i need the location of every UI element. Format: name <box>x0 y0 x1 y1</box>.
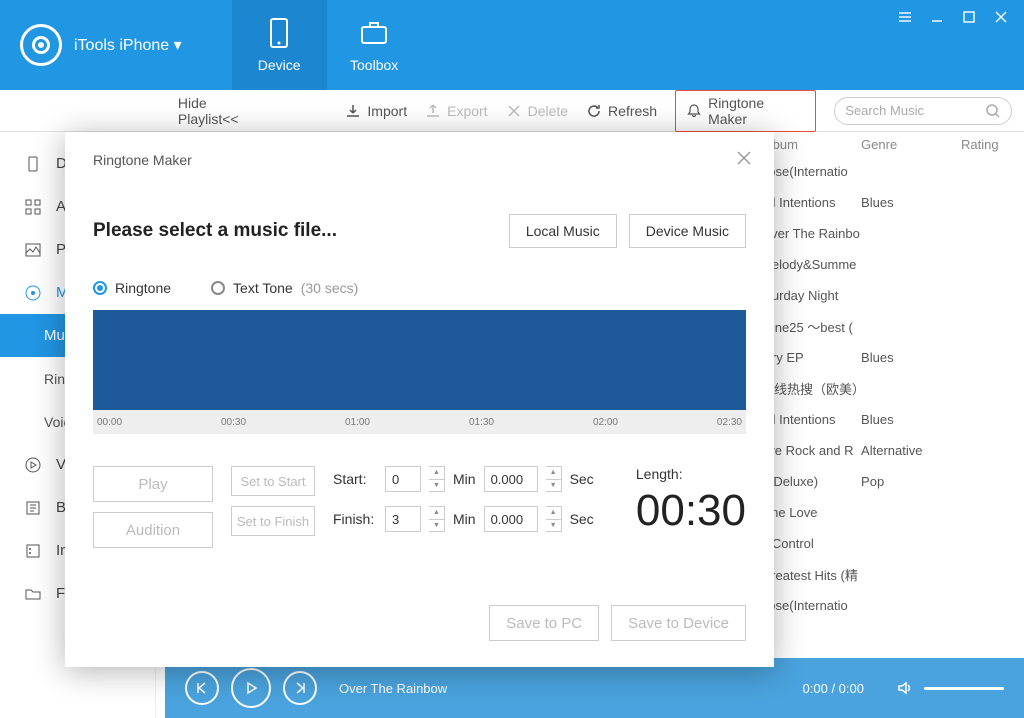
maximize-icon[interactable] <box>962 10 976 24</box>
app-header: iTools iPhone ▾ Device Toolbox <box>0 0 1024 90</box>
start-sec-spinner[interactable]: ▲▼ <box>546 466 562 492</box>
logo-area: iTools iPhone ▾ <box>0 0 202 90</box>
toolbar: Hide Playlist<< Import Export Delete Ref… <box>0 90 1024 132</box>
menu-icon[interactable] <box>898 10 912 24</box>
hide-playlist-button[interactable]: Hide Playlist<< <box>178 95 270 127</box>
volume-slider[interactable] <box>924 687 1004 690</box>
player-track-title: Over The Rainbow <box>339 681 791 696</box>
search-icon <box>985 103 1001 119</box>
info-icon <box>24 542 42 560</box>
radio-text-tone[interactable]: Text Tone(30 secs) <box>211 280 358 296</box>
delete-icon <box>506 103 522 119</box>
close-icon[interactable] <box>994 10 1008 24</box>
tab-toolbox-label: Toolbox <box>350 57 398 73</box>
start-min-spinner[interactable]: ▲▼ <box>429 466 445 492</box>
export-button[interactable]: Export <box>425 103 487 119</box>
delete-button[interactable]: Delete <box>506 103 568 119</box>
import-button[interactable]: Import <box>345 103 407 119</box>
volume-icon <box>896 679 914 697</box>
radio-ringtone[interactable]: Ringtone <box>93 280 171 296</box>
modal-heading: Please select a music file... <box>93 220 337 242</box>
tab-toolbox[interactable]: Toolbox <box>327 0 422 90</box>
start-sec-input[interactable]: 0.000 <box>484 466 538 492</box>
local-music-button[interactable]: Local Music <box>509 214 617 248</box>
refresh-button[interactable]: Refresh <box>586 103 657 119</box>
videos-icon <box>24 456 42 474</box>
audition-button[interactable]: Audition <box>93 512 213 548</box>
play-audio-button[interactable]: Play <box>93 466 213 502</box>
save-to-pc-button[interactable]: Save to PC <box>489 605 599 641</box>
set-to-finish-button[interactable]: Set to Finish <box>231 506 315 536</box>
books-icon <box>24 499 42 517</box>
device-icon <box>24 155 42 173</box>
apps-icon <box>24 198 42 216</box>
window-controls <box>898 0 1024 90</box>
start-label: Start: <box>333 471 377 487</box>
device-music-button[interactable]: Device Music <box>629 214 746 248</box>
photos-icon <box>24 241 42 259</box>
next-button[interactable] <box>283 671 317 705</box>
prev-button[interactable] <box>185 671 219 705</box>
col-rating[interactable]: Rating <box>961 137 1021 152</box>
app-title[interactable]: iTools iPhone ▾ <box>74 35 182 55</box>
logo-icon <box>20 24 62 66</box>
files-icon <box>24 585 42 603</box>
length-label: Length: <box>636 466 746 482</box>
device-tab-icon <box>263 17 295 49</box>
waveform-area[interactable] <box>93 310 746 410</box>
tab-device[interactable]: Device <box>232 0 327 90</box>
col-album[interactable]: Album <box>761 137 861 152</box>
start-min-input[interactable]: 0 <box>385 466 421 492</box>
finish-min-input[interactable]: 3 <box>385 506 421 532</box>
tab-device-label: Device <box>258 57 301 73</box>
bell-icon <box>686 103 702 119</box>
toolbox-tab-icon <box>358 17 390 49</box>
finish-sec-input[interactable]: 0.000 <box>484 506 538 532</box>
minimize-icon[interactable] <box>930 10 944 24</box>
play-button[interactable] <box>231 668 271 708</box>
modal-title: Ringtone Maker <box>93 152 746 168</box>
player-time: 0:00 / 0:00 <box>803 681 864 696</box>
finish-sec-spinner[interactable]: ▲▼ <box>546 506 562 532</box>
header-tabs: Device Toolbox <box>232 0 422 90</box>
search-input[interactable]: Search Music <box>834 97 1012 125</box>
save-to-device-button[interactable]: Save to Device <box>611 605 746 641</box>
refresh-icon <box>586 103 602 119</box>
import-icon <box>345 103 361 119</box>
volume-control[interactable] <box>896 679 1004 697</box>
finish-label: Finish: <box>333 511 377 527</box>
ringtone-maker-button[interactable]: Ringtone Maker <box>675 90 816 132</box>
finish-min-spinner[interactable]: ▲▼ <box>429 506 445 532</box>
player-bar: Over The Rainbow 0:00 / 0:00 <box>165 658 1024 718</box>
modal-close-button[interactable] <box>736 150 752 166</box>
length-value: 00:30 <box>636 486 746 536</box>
export-icon <box>425 103 441 119</box>
set-to-start-button[interactable]: Set to Start <box>231 466 315 496</box>
timeline: 00:0000:3001:0001:3002:0002:30 <box>93 410 746 434</box>
ringtone-maker-modal: Ringtone Maker Please select a music fil… <box>65 132 774 667</box>
col-genre[interactable]: Genre <box>861 137 961 152</box>
music-icon <box>24 284 42 302</box>
